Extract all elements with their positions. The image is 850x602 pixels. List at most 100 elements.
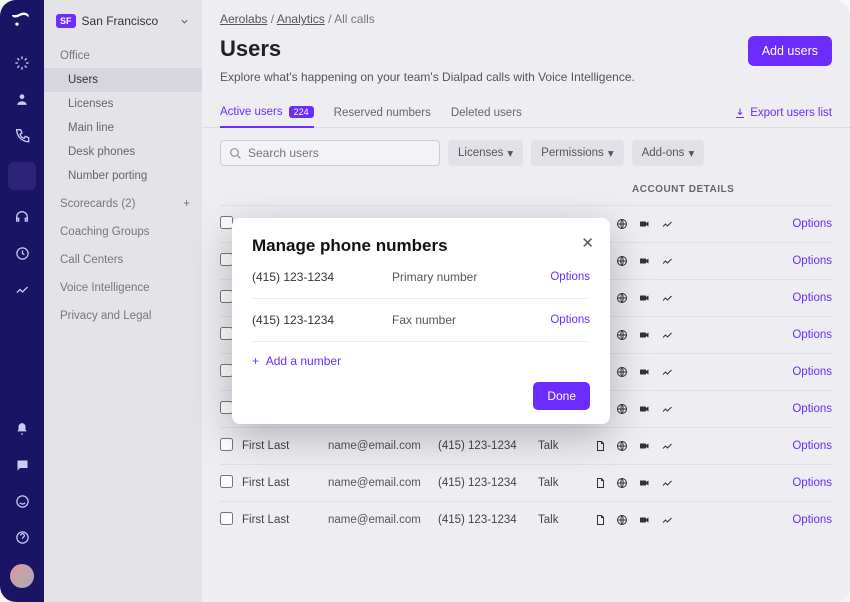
cell-email: name@email.com (328, 440, 438, 452)
phone-options-link[interactable]: Options (550, 314, 590, 326)
close-icon[interactable]: ✕ (581, 234, 594, 252)
sidebar-scorecards-label: Scorecards (2) (60, 198, 135, 210)
filter-addons[interactable]: Add-ons ▾ (632, 140, 705, 166)
row-options-link[interactable]: Options (694, 366, 832, 378)
download-icon (734, 107, 746, 119)
doc-icon (594, 477, 606, 489)
app-logo-icon (12, 10, 32, 30)
phone-options-link[interactable]: Options (550, 271, 590, 283)
trend-icon (661, 514, 674, 526)
trend-icon (661, 292, 674, 304)
sparkle-icon[interactable] (13, 54, 31, 72)
breadcrumb-analytics[interactable]: Analytics (277, 12, 325, 26)
help-icon[interactable] (13, 528, 31, 546)
globe-icon (616, 255, 628, 267)
col-account-details: ACCOUNT DETAILS (632, 184, 832, 195)
video-icon (638, 218, 651, 230)
row-options-link[interactable]: Options (694, 477, 832, 489)
phone-type: Fax number (392, 313, 550, 327)
export-label: Export users list (750, 107, 832, 119)
cell-plan: Talk (538, 514, 594, 526)
sidebar-item-coaching[interactable]: Coaching Groups (44, 216, 202, 244)
export-users-link[interactable]: Export users list (734, 107, 832, 119)
globe-icon (616, 329, 628, 341)
sidebar-item-deskphones[interactable]: Desk phones (44, 140, 202, 164)
sidebar-item-numberporting[interactable]: Number porting (44, 164, 202, 188)
row-options-link[interactable]: Options (694, 403, 832, 415)
tab-reserved[interactable]: Reserved numbers (334, 98, 431, 127)
search-input-wrap[interactable] (220, 140, 440, 166)
user-icon[interactable] (13, 90, 31, 108)
done-button[interactable]: Done (533, 382, 590, 410)
workspace-switcher[interactable]: SF San Francisco (44, 10, 202, 40)
globe-icon (616, 366, 628, 378)
globe-icon (616, 514, 628, 526)
plus-icon[interactable]: + (183, 198, 190, 210)
trend-icon (661, 477, 674, 489)
smile-icon[interactable] (13, 492, 31, 510)
cell-phone: (415) 123-1234 (438, 440, 538, 452)
sidebar: SF San Francisco Office Users Licenses M… (44, 0, 202, 602)
nav-rail (0, 0, 44, 602)
globe-icon (616, 292, 628, 304)
phone-number: (415) 123-1234 (252, 313, 392, 327)
bell-icon[interactable] (13, 420, 31, 438)
row-checkbox[interactable] (220, 512, 233, 525)
sidebar-item-vi[interactable]: Voice Intelligence (44, 272, 202, 300)
row-options-link[interactable]: Options (694, 514, 832, 526)
video-icon (638, 292, 651, 304)
cell-name: First Last (242, 440, 328, 452)
table-row: First Last name@email.com (415) 123-1234… (220, 427, 832, 464)
sidebar-item-privacy[interactable]: Privacy and Legal (44, 300, 202, 328)
phone-row: (415) 123-1234 Primary number Options (252, 256, 590, 299)
chevron-down-icon (179, 16, 190, 27)
caret-down-icon: ▾ (608, 146, 614, 160)
globe-icon (616, 477, 628, 489)
headset-icon[interactable] (13, 208, 31, 226)
trend-icon (661, 255, 674, 267)
chat-icon[interactable] (13, 456, 31, 474)
globe-icon (616, 218, 628, 230)
phone-row: (415) 123-1234 Fax number Options (252, 299, 590, 342)
row-checkbox[interactable] (220, 475, 233, 488)
breadcrumb-aerolabs[interactable]: Aerolabs (220, 12, 267, 26)
filter-licenses[interactable]: Licenses ▾ (448, 140, 523, 166)
sidebar-item-mainline[interactable]: Main line (44, 116, 202, 140)
nav-active-icon[interactable] (8, 162, 36, 190)
tab-deleted[interactable]: Deleted users (451, 98, 522, 127)
video-icon (638, 329, 651, 341)
analytics-icon[interactable] (13, 280, 31, 298)
trend-icon (661, 366, 674, 378)
add-users-button[interactable]: Add users (748, 36, 832, 66)
page-title: Users (220, 36, 281, 62)
cell-name: First Last (242, 514, 328, 526)
video-icon (638, 440, 651, 452)
add-number-link[interactable]: + Add a number (252, 342, 590, 374)
search-input[interactable] (248, 146, 431, 160)
row-options-link[interactable]: Options (694, 218, 832, 230)
row-options-link[interactable]: Options (694, 440, 832, 452)
filter-permissions[interactable]: Permissions ▾ (531, 140, 623, 166)
globe-icon (616, 440, 628, 452)
sidebar-item-users[interactable]: Users (44, 68, 202, 92)
manage-phone-modal: Manage phone numbers ✕ (415) 123-1234 Pr… (232, 218, 610, 424)
video-icon (638, 255, 651, 267)
cell-phone: (415) 123-1234 (438, 514, 538, 526)
tab-active-users[interactable]: Active users 224 (220, 98, 314, 128)
row-options-link[interactable]: Options (694, 255, 832, 267)
trend-icon (661, 218, 674, 230)
row-checkbox[interactable] (220, 438, 233, 451)
tab-active-label: Active users (220, 106, 283, 118)
sidebar-item-callcenters[interactable]: Call Centers (44, 244, 202, 272)
cell-icons (594, 477, 694, 489)
sidebar-item-licenses[interactable]: Licenses (44, 92, 202, 116)
sidebar-item-scorecards[interactable]: Scorecards (2) + (44, 188, 202, 216)
row-options-link[interactable]: Options (694, 329, 832, 341)
video-icon (638, 403, 651, 415)
phone-icon[interactable] (13, 126, 31, 144)
globe-icon (616, 403, 628, 415)
avatar[interactable] (10, 564, 34, 588)
search-icon (229, 147, 242, 160)
clock-icon[interactable] (13, 244, 31, 262)
row-options-link[interactable]: Options (694, 292, 832, 304)
